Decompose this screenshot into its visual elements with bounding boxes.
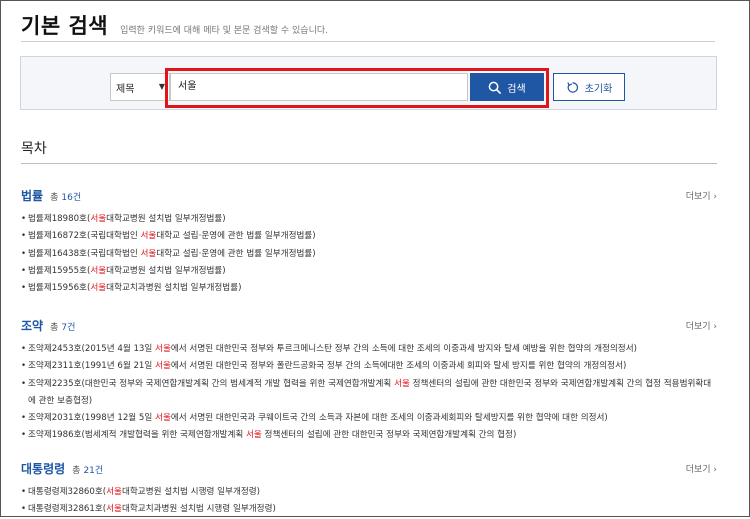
section-count-label: 총: [50, 193, 59, 203]
list-item[interactable]: • 대통령령제32861호(서울대학교치과병원 설치법 시행령 일부개정령): [21, 501, 721, 518]
section-title[interactable]: 조약: [21, 317, 43, 334]
list-item[interactable]: • 법률제15956호(서울대학교치과병원 설치법 일부개정법률): [21, 280, 721, 297]
section-count: 16건: [61, 193, 82, 203]
page-title: 기본 검색: [21, 14, 109, 38]
list-item[interactable]: • 조약제2235호(대한민국 정부와 국제연합개발계획 간의 범세계적 개발 협…: [21, 376, 721, 411]
highlight-annotation: [165, 68, 549, 108]
toc-title: 목차: [21, 141, 47, 157]
list-item[interactable]: • 조약제1986호(범세계적 개발협력을 위한 국제연합개발계획 서울 정책센터…: [21, 427, 721, 444]
reset-button[interactable]: 초기화: [553, 73, 625, 101]
section-law: 법률 총 16건 더보기 › • 법률제18980호(서울대학교병원 설치법 일부…: [21, 187, 721, 297]
section-count: 7건: [61, 323, 76, 333]
toc-divider: [21, 163, 717, 164]
header-divider: [21, 41, 715, 42]
reset-button-label: 초기화: [584, 83, 613, 95]
list-item[interactable]: • 대통령령제32860호(서울대학교병원 설치법 시행령 일부개정령): [21, 484, 721, 501]
section-decree: 대통령령 총 21건 더보기 › • 대통령령제32860호(서울대학교병원 설치…: [21, 460, 721, 519]
search-panel: 제목 ▼ 서울 검색 초기화: [20, 56, 717, 110]
search-field-select[interactable]: 제목 ▼: [110, 73, 170, 101]
list-item[interactable]: • 조약제2311호(1991년 6월 21일 서울에서 서명된 대한민국 정부와…: [21, 358, 721, 375]
list-item[interactable]: • 조약제2453호(2015년 4월 13일 서울에서 서명된 대한민국 정부와…: [21, 341, 721, 358]
list-item[interactable]: • 법률제15955호(서울대학교병원 설치법 일부개정법률): [21, 263, 721, 280]
section-title[interactable]: 대통령령: [21, 460, 65, 477]
section-treaty: 조약 총 7건 더보기 › • 조약제2453호(2015년 4월 13일 서울에…: [21, 317, 721, 445]
more-link[interactable]: 더보기 ›: [686, 189, 717, 202]
more-link[interactable]: 더보기 ›: [686, 462, 717, 475]
page-description: 입력한 키워드에 대해 메타 및 본문 검색할 수 있습니다.: [120, 26, 329, 36]
section-count-label: 총: [50, 323, 59, 333]
list-item[interactable]: • 법률제16438호(국립대학법인 서울대학교 설립·운영에 관한 법률 일부개…: [21, 246, 721, 263]
page-header: 기본 검색 입력한 키워드에 대해 메타 및 본문 검색할 수 있습니다.: [21, 10, 328, 40]
list-item[interactable]: • 법률제16872호(국립대학법인 서울대학교 설립·운영에 관한 법률 일부개…: [21, 228, 721, 245]
list-item[interactable]: • 조약제2031호(1998년 12월 5일 서울에서 서명된 대한민국과 쿠웨…: [21, 410, 721, 427]
refresh-icon: [566, 81, 578, 93]
more-link[interactable]: 더보기 ›: [686, 319, 717, 332]
section-count: 21건: [83, 466, 104, 476]
search-field-select-value: 제목: [116, 83, 135, 95]
section-title[interactable]: 법률: [21, 187, 43, 204]
section-count-label: 총: [72, 466, 81, 476]
list-item[interactable]: • 법률제18980호(서울대학교병원 설치법 일부개정법률): [21, 211, 721, 228]
